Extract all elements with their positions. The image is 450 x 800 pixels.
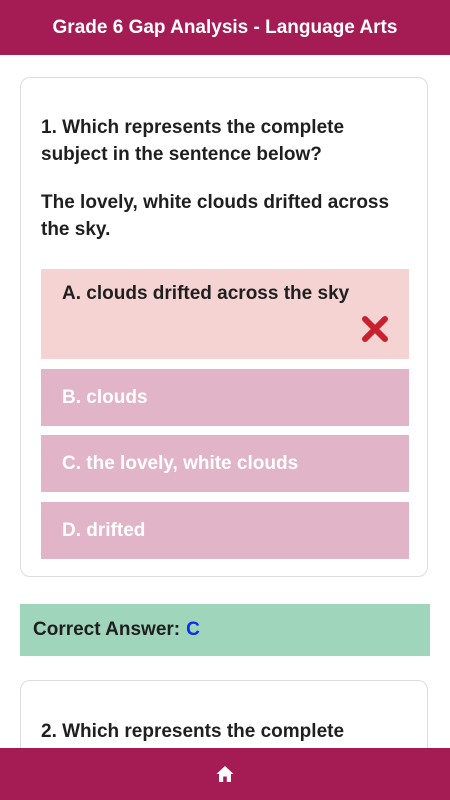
- answer-option-label: D. drifted: [62, 519, 146, 541]
- app-header: Grade 6 Gap Analysis - Language Arts: [0, 0, 450, 55]
- question-sentence: The lovely, white clouds drifted across …: [41, 192, 390, 240]
- close-x-icon: [362, 316, 388, 342]
- correct-answer-value: C: [186, 619, 200, 640]
- home-button[interactable]: [205, 754, 245, 794]
- answer-option-b[interactable]: B. clouds: [41, 369, 409, 426]
- page-title: Grade 6 Gap Analysis - Language Arts: [52, 16, 398, 38]
- scroll-content[interactable]: 1. Which represents the complete subject…: [0, 55, 450, 748]
- question-prompt: 2. Which represents the complete predica…: [41, 721, 345, 742]
- answer-option-label: A. clouds drifted across the sky: [62, 283, 350, 304]
- bottom-nav-bar: [0, 748, 450, 800]
- correct-answer-label: Correct Answer:: [33, 619, 181, 640]
- answer-option-label: B. clouds: [62, 386, 148, 408]
- question-card: 2. Which represents the complete predica…: [20, 680, 428, 748]
- answer-option-label: C. the lovely, white clouds: [62, 452, 299, 474]
- answer-option-a[interactable]: A. clouds drifted across the sky: [41, 269, 409, 359]
- question-prompt: 1. Which represents the complete subject…: [41, 117, 345, 165]
- question-card: 1. Which represents the complete subject…: [20, 77, 428, 577]
- home-icon: [216, 766, 234, 782]
- answer-option-d[interactable]: D. drifted: [41, 502, 409, 559]
- answer-option-c[interactable]: C. the lovely, white clouds: [41, 435, 409, 492]
- app-screen: Grade 6 Gap Analysis - Language Arts 1. …: [0, 0, 450, 800]
- correct-answer-banner: Correct Answer: C: [20, 604, 430, 656]
